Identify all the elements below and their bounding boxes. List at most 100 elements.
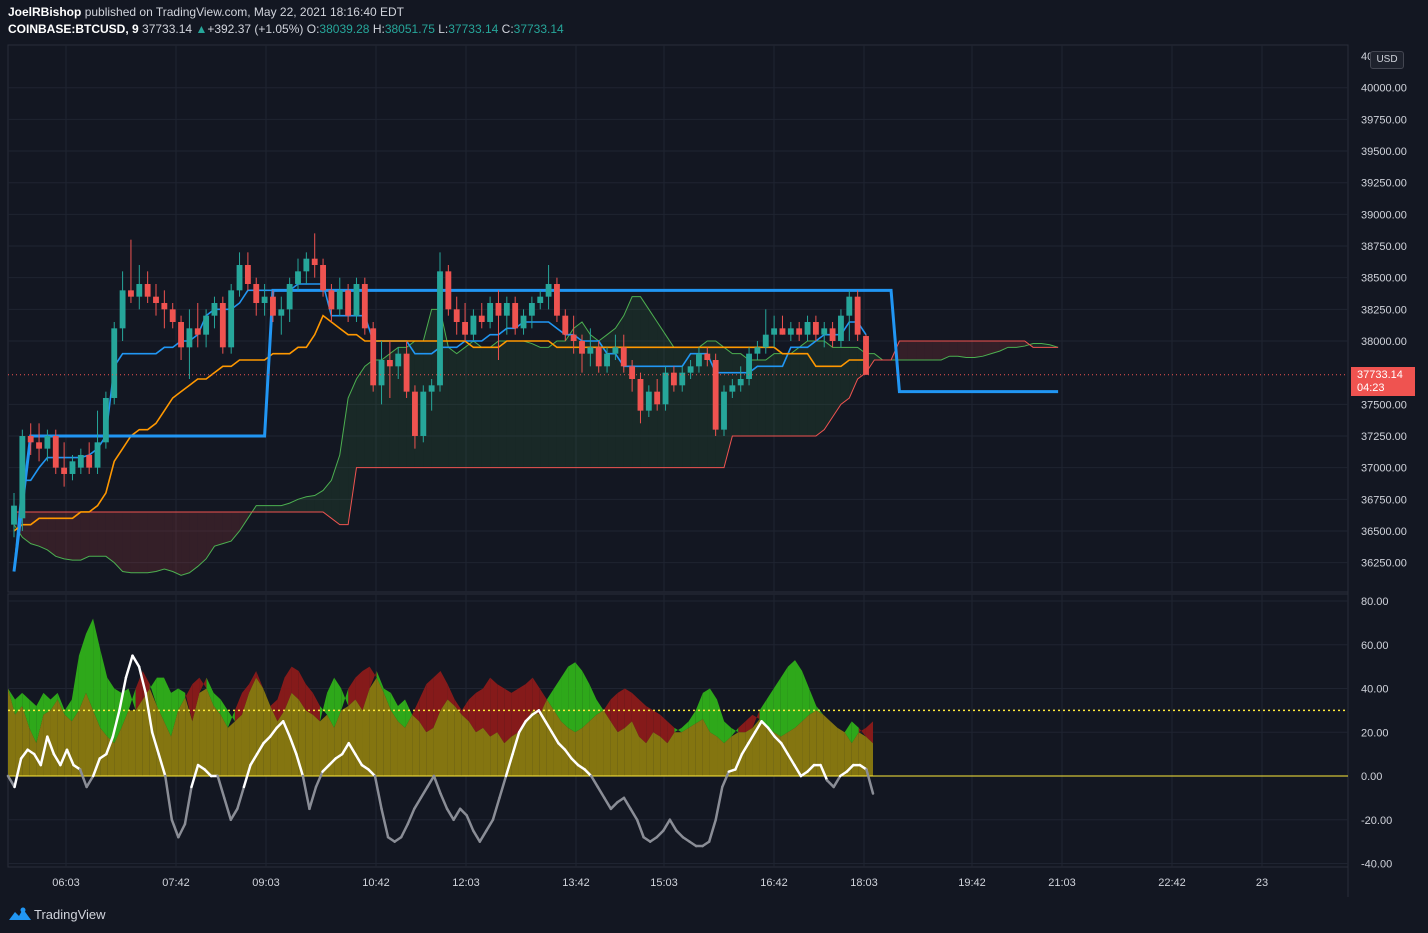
last-price: 37733.14	[142, 22, 193, 36]
cloud-fill-segment	[189, 511, 198, 573]
candle-body	[270, 296, 276, 316]
oscillator-band-segment	[639, 699, 647, 744]
candle-body	[136, 284, 143, 297]
symbol-name[interactable]: COINBASE:BTCUSD, 9	[8, 22, 139, 36]
candle-body	[361, 284, 368, 329]
time-tick-label: 07:42	[162, 877, 190, 889]
cloud-fill-segment	[64, 511, 73, 561]
candle-body	[345, 290, 352, 316]
time-tick-label: 09:03	[252, 877, 280, 889]
candle-body	[186, 328, 193, 348]
oscillator-band-segment	[426, 677, 434, 733]
footer	[0, 897, 1428, 933]
candle-body	[370, 328, 377, 386]
candle-body	[645, 391, 652, 411]
candle-body	[863, 336, 869, 375]
oscillator-base-segment	[617, 727, 625, 776]
candle	[712, 353, 719, 436]
candle-body	[378, 359, 385, 386]
cloud-fill-segment	[974, 341, 983, 358]
cloud-fill-segment	[473, 341, 482, 468]
candle-body	[261, 296, 268, 304]
oscillator-band-segment	[795, 660, 803, 728]
price-tick-label: 38500.00	[1361, 273, 1407, 285]
price-tick-label: 39000.00	[1361, 209, 1407, 221]
candle-body	[570, 334, 577, 341]
change-arrow-icon: ▲	[195, 22, 208, 36]
cloud-fill-segment	[899, 341, 908, 360]
cloud-fill-segment	[164, 511, 173, 572]
time-tick-label: 12:03	[452, 877, 480, 889]
candle-body	[462, 322, 468, 335]
oscillator-tick-label: -40.00	[1361, 859, 1392, 871]
cloud-fill-segment	[130, 511, 140, 573]
oscillator-base-segment	[837, 727, 845, 776]
oscillator-tick-label: 80.00	[1361, 596, 1389, 608]
open-label: O:	[306, 22, 320, 36]
candle-body	[44, 435, 51, 449]
candle-body	[286, 284, 293, 310]
candle-body	[353, 284, 360, 316]
low-value: 37733.14	[448, 22, 499, 36]
candle-body	[554, 284, 560, 316]
open-value: 38039.28	[319, 22, 370, 36]
candle-body	[437, 271, 443, 386]
oscillator-band-segment	[504, 688, 512, 744]
candle-body	[470, 315, 477, 335]
candle-body	[620, 347, 627, 367]
high-value: 38051.75	[384, 22, 435, 36]
cloud-fill-segment	[30, 511, 40, 547]
candle-body	[595, 347, 602, 367]
candle-body	[512, 303, 519, 329]
oscillator-base-segment	[823, 714, 831, 776]
oscillator-base-segment	[390, 710, 398, 776]
price-tick-label: 38250.00	[1361, 304, 1407, 316]
candle-body	[737, 378, 744, 386]
candle-body	[244, 265, 251, 285]
candle-body	[77, 454, 84, 468]
tradingview-brand[interactable]: TradingView	[34, 907, 106, 922]
candle-body	[762, 334, 769, 348]
cloud-fill-segment	[531, 343, 541, 468]
cloud-fill-segment	[916, 341, 925, 360]
cloud-fill-segment	[673, 347, 683, 468]
cloud-fill-segment	[197, 511, 207, 567]
oscillator-base-segment	[213, 706, 221, 776]
oscillator-base-segment	[178, 697, 186, 776]
candle-body	[838, 315, 844, 341]
oscillator-band-segment	[490, 677, 498, 737]
candle	[361, 277, 368, 335]
oscillator-tick-label: -20.00	[1361, 815, 1392, 827]
candle-body	[144, 284, 151, 297]
oscillator-base-segment	[426, 727, 434, 776]
oscillator-base-segment	[624, 721, 632, 776]
oscillator-base-segment	[341, 706, 349, 776]
cloud-fill-segment	[840, 347, 850, 405]
candle-body	[119, 290, 126, 329]
candle-body	[94, 442, 101, 468]
candle-body	[854, 296, 861, 335]
candle-body	[503, 303, 510, 316]
cloud-fill-segment	[648, 309, 658, 468]
author-name[interactable]: JoelRBishop	[8, 5, 81, 19]
cloud-fill-segment	[498, 341, 507, 468]
oscillator-base-segment	[199, 688, 207, 776]
cloud-fill-segment	[565, 328, 574, 468]
tradingview-logo-icon[interactable]	[8, 906, 32, 922]
candle-body	[729, 385, 736, 392]
cloud-fill-segment	[264, 505, 273, 512]
price-change: +392.37 (+1.05%)	[207, 22, 304, 36]
cloud-fill-segment	[356, 366, 365, 468]
candle-body	[253, 284, 260, 304]
oscillator-tick-label: 40.00	[1361, 684, 1389, 696]
cloud-fill-segment	[105, 511, 115, 563]
oscillator-base-segment	[227, 721, 235, 776]
candle-body	[704, 353, 711, 360]
time-tick-label: 18:03	[850, 877, 878, 889]
price-tick-label: 38750.00	[1361, 241, 1407, 253]
cloud-fill-segment	[89, 511, 98, 557]
candle-body	[236, 265, 243, 291]
oscillator-band-segment	[780, 666, 788, 737]
oscillator-base-segment	[688, 723, 696, 776]
currency-badge[interactable]: USD	[1370, 51, 1404, 69]
